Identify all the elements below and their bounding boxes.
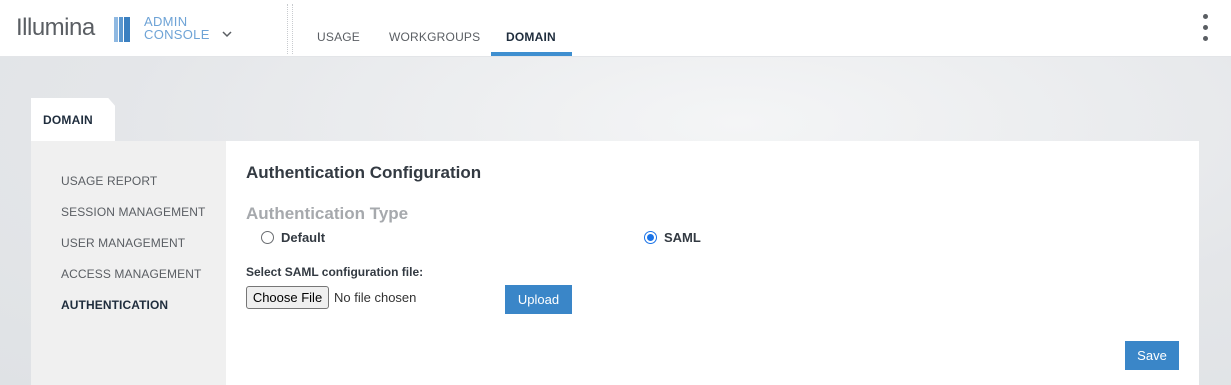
chevron-down-icon[interactable] xyxy=(221,29,233,39)
radio-saml[interactable] xyxy=(644,231,657,244)
section-tab-label: DOMAIN xyxy=(43,113,93,127)
radio-saml-label[interactable]: SAML xyxy=(664,230,701,245)
saml-file-label: Select SAML configuration file: xyxy=(246,265,424,279)
sidebar-item-authentication[interactable]: AUTHENTICATION xyxy=(61,298,168,312)
radio-default[interactable] xyxy=(261,231,274,244)
tab-usage[interactable]: USAGE xyxy=(317,30,360,44)
tab-domain[interactable]: DOMAIN xyxy=(506,30,556,44)
file-status-text: No file chosen xyxy=(334,290,417,305)
sidebar-item-usage-report[interactable]: USAGE REPORT xyxy=(61,174,157,188)
save-button[interactable]: Save xyxy=(1125,341,1179,370)
illumina-logo: Illumina xyxy=(16,14,95,41)
sidebar-item-user-management[interactable]: USER MANAGEMENT xyxy=(61,236,185,250)
auth-type-heading: Authentication Type xyxy=(246,204,409,223)
header-divider xyxy=(287,4,293,54)
choose-file-button[interactable]: Choose File xyxy=(246,286,329,309)
console-line-2: CONSOLE xyxy=(144,27,210,42)
top-header: Illumina ADMIN CONSOLE USAGE WORKGROUPS … xyxy=(0,0,1231,57)
radio-default-label[interactable]: Default xyxy=(281,230,325,245)
kebab-menu-icon[interactable] xyxy=(1199,14,1211,44)
sidebar-item-access-management[interactable]: ACCESS MANAGEMENT xyxy=(61,267,201,281)
illumina-bars-icon xyxy=(114,17,130,42)
active-tab-indicator xyxy=(491,52,572,56)
upload-button[interactable]: Upload xyxy=(505,285,572,314)
admin-console-switcher[interactable]: ADMIN CONSOLE xyxy=(144,15,210,41)
tab-workgroups[interactable]: WORKGROUPS xyxy=(389,30,480,44)
sidebar-item-session-management[interactable]: SESSION MANAGEMENT xyxy=(61,205,206,219)
page-title: Authentication Configuration xyxy=(246,163,482,182)
